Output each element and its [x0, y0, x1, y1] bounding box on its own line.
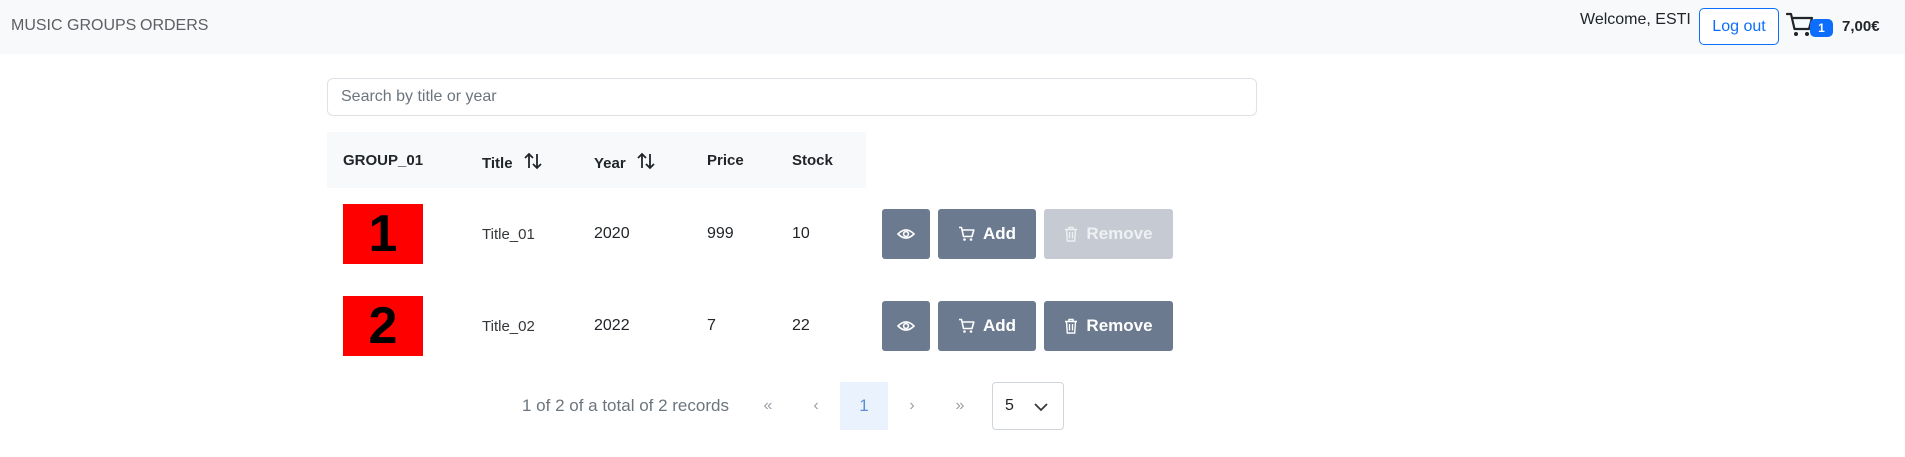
- remove-button-label: Remove: [1086, 224, 1153, 243]
- nav-link-orders[interactable]: ORDERS: [140, 17, 208, 35]
- row-title: Title_02: [482, 318, 535, 335]
- cart-icon: [958, 318, 975, 333]
- trash-icon: [1065, 318, 1078, 334]
- remove-button-label: Remove: [1086, 316, 1153, 335]
- row-price: 7: [707, 317, 716, 334]
- row-year: 2020: [594, 225, 630, 242]
- header-title: Title: [482, 152, 543, 174]
- eye-icon: [897, 229, 915, 239]
- header-price-label: Price: [707, 152, 744, 169]
- welcome-text: Welcome, ESTI: [1580, 11, 1691, 28]
- row-stock: 10: [792, 225, 810, 242]
- logout-button[interactable]: Log out: [1699, 8, 1779, 45]
- search-input[interactable]: [327, 78, 1257, 116]
- first-page-button[interactable]: «: [744, 382, 792, 430]
- current-page-button[interactable]: 1: [840, 382, 888, 430]
- header-title-label: Title: [482, 154, 513, 172]
- row-stock: 22: [792, 317, 810, 334]
- remove-button[interactable]: Remove: [1044, 301, 1173, 351]
- nav-link-music-groups[interactable]: MUSIC GROUPS: [11, 17, 136, 35]
- last-page-button[interactable]: »: [936, 382, 984, 430]
- add-button-label: Add: [982, 224, 1017, 243]
- header-price: Price: [707, 152, 744, 169]
- album-thumbnail: 1: [343, 204, 423, 264]
- header-stock-label: Stock: [792, 152, 833, 169]
- trash-icon: [1065, 226, 1078, 242]
- row-title: Title_01: [482, 226, 535, 243]
- next-page-button[interactable]: ›: [888, 382, 936, 430]
- chevron-down-icon: [1034, 403, 1048, 412]
- add-button[interactable]: Add: [938, 209, 1036, 259]
- row-price: 999: [707, 225, 734, 242]
- add-button[interactable]: Add: [938, 301, 1036, 351]
- view-button[interactable]: [882, 301, 930, 351]
- album-thumbnail: 2: [343, 296, 423, 356]
- page-size-select[interactable]: 5: [992, 382, 1064, 430]
- sort-year-icon[interactable]: [636, 152, 656, 174]
- header-year-label: Year: [594, 154, 626, 172]
- prev-page-button[interactable]: ‹: [792, 382, 840, 430]
- eye-icon: [897, 321, 915, 331]
- remove-button[interactable]: Remove: [1044, 209, 1173, 259]
- top-navbar: MUSIC GROUPS ORDERS Welcome, ESTI Log ou…: [0, 0, 1905, 54]
- header-group: GROUP_01: [343, 152, 423, 169]
- cart-icon: [958, 226, 975, 241]
- sort-title-icon[interactable]: [523, 152, 543, 174]
- cart-total: 7,00€: [1842, 18, 1880, 35]
- page-size-value: 5: [1005, 397, 1014, 414]
- row-year: 2022: [594, 317, 630, 334]
- pagination-summary: 1 of 2 of a total of 2 records: [522, 396, 729, 415]
- header-stock: Stock: [792, 152, 833, 169]
- cart-count-badge: 1: [1810, 19, 1833, 37]
- header-group-label: GROUP_01: [343, 152, 424, 169]
- view-button[interactable]: [882, 209, 930, 259]
- header-year: Year: [594, 152, 656, 174]
- add-button-label: Add: [982, 316, 1017, 335]
